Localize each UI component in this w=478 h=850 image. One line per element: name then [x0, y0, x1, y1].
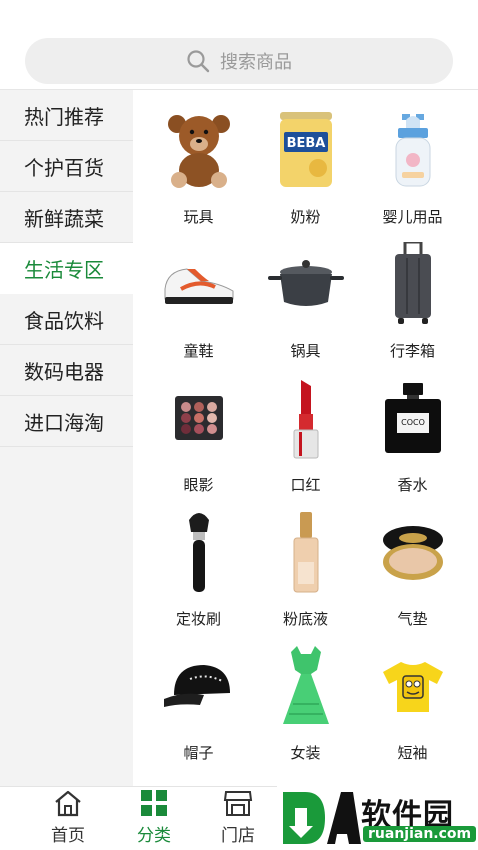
- perfume-bottle-icon: COCO: [371, 376, 455, 460]
- tab-store-label: 门店: [221, 826, 255, 846]
- product-item-womens-wear[interactable]: 女装: [252, 644, 359, 778]
- product-label: 玩具: [183, 208, 214, 226]
- sidebar-item-electronics[interactable]: 数码电器: [0, 345, 133, 396]
- product-label: 婴儿用品: [382, 208, 443, 226]
- milk-brand-text: BEBA: [286, 136, 325, 151]
- product-item-cap[interactable]: 帽子: [145, 644, 252, 778]
- tab-category[interactable]: 分类: [124, 789, 184, 846]
- product-item-eyeshadow[interactable]: 眼影: [145, 376, 252, 510]
- product-label: 定妆刷: [175, 610, 221, 628]
- tab-home[interactable]: 首页: [38, 789, 98, 846]
- product-label: 香水: [397, 476, 428, 494]
- eyeshadow-palette-icon: [157, 376, 241, 460]
- sidebar-item-vegetables[interactable]: 新鲜蔬菜: [0, 192, 133, 243]
- yellow-tshirt-icon: [371, 644, 455, 728]
- product-label: 奶粉: [290, 208, 321, 226]
- grid-icon: [141, 790, 167, 816]
- product-item-makeup-brush[interactable]: 定妆刷: [145, 510, 252, 644]
- product-item-luggage[interactable]: 行李箱: [359, 242, 466, 376]
- search-placeholder: 搜索商品: [220, 52, 292, 73]
- lipstick-icon: [264, 376, 348, 460]
- category-sidebar: 热门推荐 个护百货 新鲜蔬菜 生活专区 食品饮料 数码电器 进口海淘: [0, 90, 133, 786]
- product-item-milk-powder[interactable]: BEBA 奶粉: [252, 108, 359, 242]
- store-icon: [223, 791, 253, 816]
- makeup-brush-icon: [157, 510, 241, 594]
- product-grid-panel: 玩具 BEBA 奶粉 婴儿用品 童鞋 锅具 行李箱 眼影 口红 COCO 香水 …: [133, 90, 478, 786]
- product-label: 行李箱: [389, 342, 435, 360]
- product-label: 女装: [290, 744, 321, 762]
- sidebar-item-living[interactable]: 生活专区: [0, 243, 133, 294]
- foundation-bottle-icon: [264, 510, 348, 594]
- cap-icon: [157, 644, 241, 728]
- watermark-url: ruanjian.com: [363, 826, 477, 842]
- suitcase-icon: [371, 242, 455, 326]
- product-item-tshirt[interactable]: 短袖: [359, 644, 466, 778]
- tab-home-label: 首页: [51, 826, 85, 846]
- watermark-logo: 软件园 ruanjian.com: [277, 786, 478, 850]
- product-label: 锅具: [290, 342, 321, 360]
- product-label: 眼影: [183, 476, 214, 494]
- product-item-foundation[interactable]: 粉底液: [252, 510, 359, 644]
- teddy-bear-icon: [157, 108, 241, 192]
- search-icon: [187, 50, 210, 73]
- perfume-brand-text: COCO: [401, 418, 425, 427]
- search-bar[interactable]: 搜索商品: [25, 38, 453, 84]
- baby-bottle-icon: [371, 108, 455, 192]
- product-item-cookware[interactable]: 锅具: [252, 242, 359, 376]
- sidebar-item-hot[interactable]: 热门推荐: [0, 90, 133, 141]
- top-bar: 搜索商品: [0, 0, 478, 90]
- product-grid: 玩具 BEBA 奶粉 婴儿用品 童鞋 锅具 行李箱 眼影 口红 COCO 香水 …: [133, 90, 478, 778]
- product-item-perfume[interactable]: COCO 香水: [359, 376, 466, 510]
- sidebar-item-food-drinks[interactable]: 食品饮料: [0, 294, 133, 345]
- pot-icon: [264, 242, 348, 326]
- tab-store[interactable]: 门店: [208, 789, 268, 846]
- product-item-toy[interactable]: 玩具: [145, 108, 252, 242]
- product-item-lipstick[interactable]: 口红: [252, 376, 359, 510]
- product-label: 童鞋: [183, 342, 214, 360]
- product-label: 短袖: [397, 744, 428, 762]
- product-item-cushion[interactable]: 气垫: [359, 510, 466, 644]
- sidebar-item-personal-care[interactable]: 个护百货: [0, 141, 133, 192]
- milk-powder-can-icon: BEBA: [264, 108, 348, 192]
- product-label: 帽子: [183, 744, 214, 762]
- cushion-compact-icon: [371, 510, 455, 594]
- product-label: 粉底液: [282, 610, 328, 628]
- sneaker-icon: [157, 242, 241, 326]
- sidebar-item-imports[interactable]: 进口海淘: [0, 396, 133, 447]
- download-logo-icon: [283, 792, 361, 844]
- product-item-baby-goods[interactable]: 婴儿用品: [359, 108, 466, 242]
- product-label: 气垫: [397, 610, 428, 628]
- product-label: 口红: [290, 476, 321, 494]
- green-dress-icon: [264, 644, 348, 728]
- product-item-kids-shoes[interactable]: 童鞋: [145, 242, 252, 376]
- home-icon: [55, 790, 81, 817]
- tab-category-label: 分类: [137, 826, 171, 846]
